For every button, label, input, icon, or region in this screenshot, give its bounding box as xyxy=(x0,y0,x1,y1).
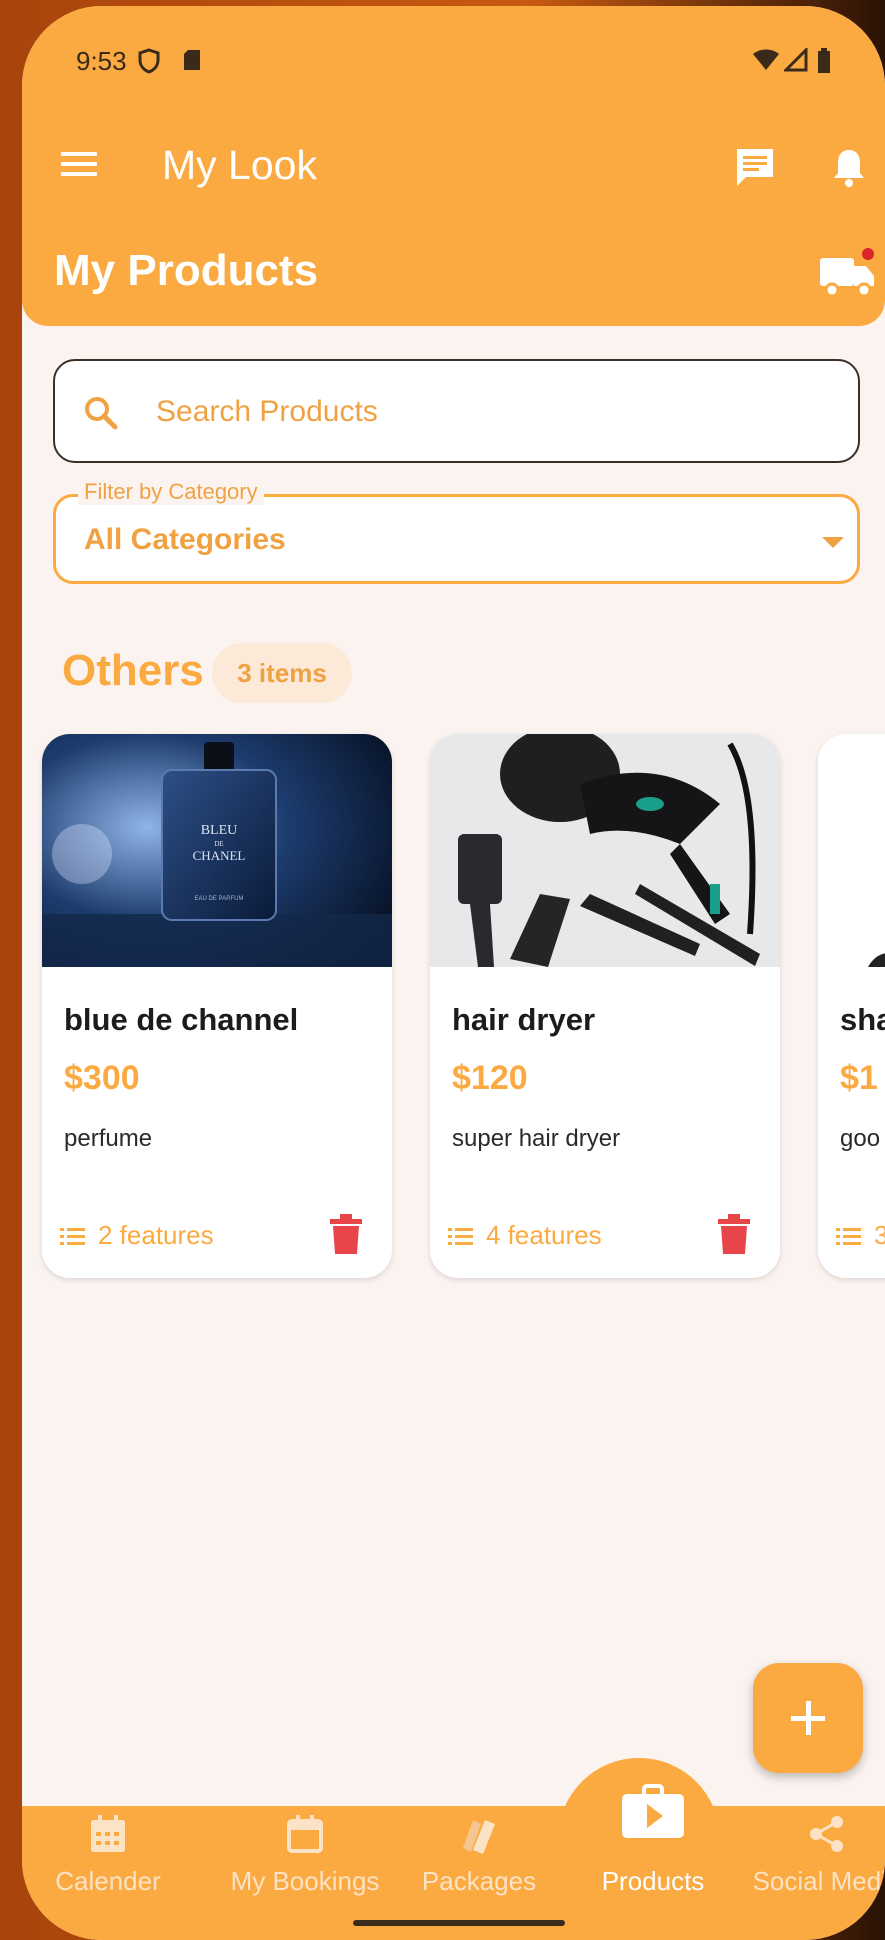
phone-screen: 9:53 My Look My Products Search Products… xyxy=(22,6,885,1940)
category-filter-dropdown[interactable]: Filter by Category All Categories xyxy=(53,479,860,584)
item-count-badge: 3 items xyxy=(212,643,352,703)
svg-text:BLEU: BLEU xyxy=(201,823,238,838)
features-count: 3 xyxy=(874,1220,885,1250)
hamburger-icon xyxy=(61,152,97,156)
chat-icon[interactable] xyxy=(732,144,778,190)
svg-text:EAU DE PARFUM: EAU DE PARFUM xyxy=(195,896,244,902)
nav-label: Products xyxy=(601,1866,705,1896)
list-icon xyxy=(448,1228,473,1246)
features-link[interactable]: 3 xyxy=(836,1220,885,1251)
sd-card-icon xyxy=(184,50,200,70)
dropdown-arrow-icon xyxy=(822,537,844,548)
product-list[interactable]: BLEU DE CHANEL EAU DE PARFUM blue de cha… xyxy=(22,726,885,1286)
product-image: BLEU DE CHANEL EAU DE PARFUM xyxy=(42,734,392,967)
features-count: 4 features xyxy=(486,1220,602,1250)
shopping-bag-play-icon xyxy=(622,1784,684,1838)
packages-icon xyxy=(463,1820,495,1854)
features-link[interactable]: 2 features xyxy=(60,1220,214,1251)
nav-item-products[interactable]: Products xyxy=(567,1784,739,1896)
nav-item-calender[interactable]: Calender xyxy=(22,1814,194,1914)
product-description: goo xyxy=(840,1125,881,1152)
product-price: $300 xyxy=(64,1059,140,1097)
search-icon xyxy=(85,397,118,430)
features-link[interactable]: 4 features xyxy=(448,1220,602,1251)
battery-icon xyxy=(818,48,830,73)
features-count: 2 features xyxy=(98,1220,214,1250)
filter-label: Filter by Category xyxy=(78,479,264,505)
wifi-icon xyxy=(753,49,779,70)
nav-item-packages[interactable]: Packages xyxy=(393,1814,565,1914)
app-bar: My Look xyxy=(22,124,885,214)
section-title: Others xyxy=(62,646,204,695)
menu-button[interactable] xyxy=(58,146,100,188)
notification-dot xyxy=(862,248,874,260)
product-name: blue de channel xyxy=(64,1002,299,1037)
svg-text:DE: DE xyxy=(214,840,223,848)
search-input[interactable]: Search Products xyxy=(53,359,860,463)
delete-icon[interactable] xyxy=(328,1214,364,1256)
share-icon xyxy=(810,1816,843,1852)
product-card[interactable]: sha $1 goo 3 xyxy=(818,734,885,1278)
product-price: $1 xyxy=(840,1059,878,1097)
list-icon xyxy=(836,1228,861,1246)
product-image xyxy=(818,734,885,967)
page-title: My Products xyxy=(54,246,319,295)
home-indicator[interactable] xyxy=(353,1920,565,1926)
nav-label: Social Media xyxy=(752,1866,885,1896)
product-card[interactable]: hair dryer $120 super hair dryer 4 featu… xyxy=(430,734,780,1278)
nav-label: My Bookings xyxy=(230,1866,380,1896)
delete-icon[interactable] xyxy=(716,1214,752,1256)
product-description: super hair dryer xyxy=(452,1125,621,1152)
product-image xyxy=(430,734,780,967)
nav-label: Calender xyxy=(55,1866,161,1896)
svg-text:CHANEL: CHANEL xyxy=(193,848,246,863)
nav-item-my-bookings[interactable]: My Bookings xyxy=(219,1814,391,1914)
product-price: $120 xyxy=(452,1059,528,1097)
list-icon xyxy=(60,1228,85,1246)
product-name: sha xyxy=(840,1002,885,1037)
calendar-grid-icon xyxy=(91,1815,125,1852)
nav-item-social-media[interactable]: Social Media xyxy=(741,1814,885,1914)
product-card[interactable]: BLEU DE CHANEL EAU DE PARFUM blue de cha… xyxy=(42,734,392,1278)
bell-icon[interactable] xyxy=(826,144,872,190)
status-bar: 9:53 xyxy=(22,6,885,116)
header: 9:53 My Look My Products xyxy=(22,6,885,326)
status-time: 9:53 xyxy=(76,46,127,76)
app-title: My Look xyxy=(162,142,317,188)
nav-label: Packages xyxy=(421,1866,537,1896)
add-product-button[interactable] xyxy=(753,1663,863,1773)
signal-icon xyxy=(784,48,808,72)
calendar-icon xyxy=(287,1815,323,1853)
search-placeholder: Search Products xyxy=(156,395,378,428)
product-description: perfume xyxy=(64,1125,153,1152)
filter-value: All Categories xyxy=(84,523,286,556)
shield-icon xyxy=(138,48,160,74)
product-name: hair dryer xyxy=(452,1002,596,1037)
